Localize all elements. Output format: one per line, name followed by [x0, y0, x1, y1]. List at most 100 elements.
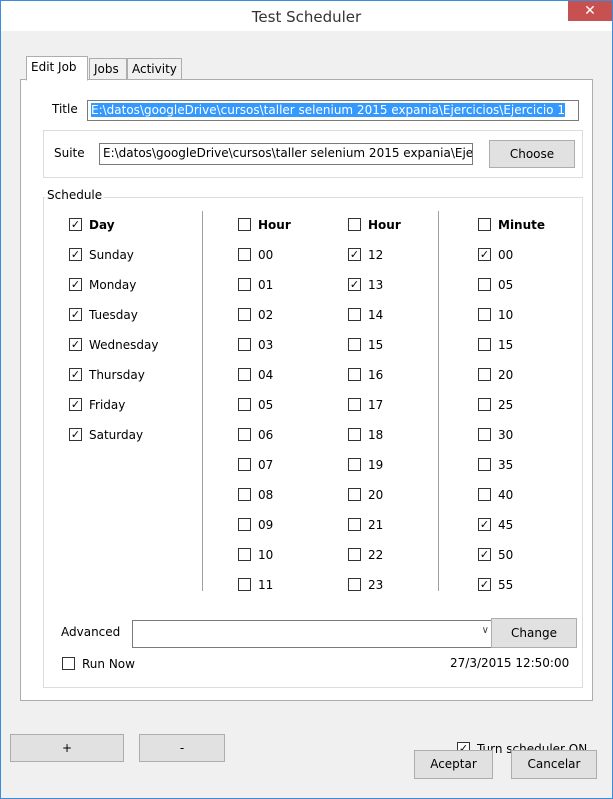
- day-thursday-label: Thursday: [89, 368, 145, 382]
- minute-55-check: ✓: [478, 578, 491, 591]
- hour-11-check: [238, 578, 251, 591]
- hour-17-check: [348, 398, 361, 411]
- hour-19-check: [348, 458, 361, 471]
- hour-19-label: 19: [368, 458, 384, 472]
- hour-20-label: 20: [368, 488, 384, 502]
- minute-10-label: 10: [498, 308, 514, 322]
- hour2-header-label: Hour: [368, 218, 401, 232]
- day-all-check: ✓: [69, 218, 82, 231]
- close-button[interactable]: ✕: [568, 1, 612, 21]
- accept-button[interactable]: Aceptar: [414, 750, 493, 779]
- minute-35-check: [478, 458, 491, 471]
- cancel-button[interactable]: Cancelar: [511, 750, 597, 779]
- minute-header-label: Minute: [498, 218, 546, 232]
- day-monday-label: Monday: [89, 278, 137, 292]
- hour-02-label: 02: [258, 308, 274, 322]
- title-label: Title: [52, 102, 78, 116]
- minute-50-label: 50: [498, 548, 514, 562]
- hour-22-label: 22: [368, 548, 384, 562]
- suite-value: E:\datos\googleDrive\cursos\taller selen…: [103, 146, 473, 160]
- minute-50-check: ✓: [478, 548, 491, 561]
- hour-09-label: 09: [258, 518, 274, 532]
- advanced-combobox[interactable]: ∨: [132, 620, 496, 648]
- hour-08-label: 08: [258, 488, 274, 502]
- title-bar: Test Scheduler ✕: [1, 1, 612, 31]
- hour1-all-check: [238, 218, 251, 231]
- hour-09-check: [238, 518, 251, 531]
- hour-00-check: [238, 248, 251, 261]
- suite-input[interactable]: E:\datos\googleDrive\cursos\taller selen…: [99, 143, 473, 165]
- day-sunday-check: ✓: [69, 248, 82, 261]
- change-button[interactable]: Change: [491, 618, 577, 648]
- day-header-label: Day: [89, 218, 115, 232]
- minute-15-label: 15: [498, 338, 514, 352]
- hour-01-check: [238, 278, 251, 291]
- hour-03-label: 03: [258, 338, 274, 352]
- hour-08-check: [238, 488, 251, 501]
- day-friday-check: ✓: [69, 398, 82, 411]
- day-thursday-check: ✓: [69, 368, 82, 381]
- hour-04-label: 04: [258, 368, 274, 382]
- minute-20-check: [478, 368, 491, 381]
- tab-activity[interactable]: Activity: [127, 58, 182, 80]
- hour-07-check: [238, 458, 251, 471]
- hour-21-check: [348, 518, 361, 531]
- minute-10-check: [478, 308, 491, 321]
- minute-05-label: 05: [498, 278, 514, 292]
- advanced-label: Advanced: [61, 625, 121, 639]
- hour2-all-check: [348, 218, 361, 231]
- title-input[interactable]: E:\datos\googleDrive\cursos\taller selen…: [87, 100, 579, 121]
- hour-14-check: [348, 308, 361, 321]
- hour-21-label: 21: [368, 518, 384, 532]
- minute-00-label: 00: [498, 248, 514, 262]
- test-scheduler-window: Test Scheduler ✕ Edit Job Jobs Activity …: [0, 0, 613, 799]
- hour-01-label: 01: [258, 278, 274, 292]
- day-tuesday-label: Tuesday: [89, 308, 138, 322]
- hour-20-check: [348, 488, 361, 501]
- hour-15-check: [348, 338, 361, 351]
- edit-job-panel: Title E:\datos\googleDrive\cursos\taller…: [20, 79, 593, 701]
- day-friday-label: Friday: [89, 398, 126, 412]
- minute-20-label: 20: [498, 368, 514, 382]
- hour-18-check: [348, 428, 361, 441]
- hour-14-label: 14: [368, 308, 384, 322]
- hour-17-label: 17: [368, 398, 384, 412]
- minute-all-check: [478, 218, 491, 231]
- window-title: Test Scheduler: [251, 8, 362, 26]
- hour-15-label: 15: [368, 338, 384, 352]
- minute-40-label: 40: [498, 488, 514, 502]
- day-saturday-label: Saturday: [89, 428, 144, 442]
- hour-13-check: ✓: [348, 278, 361, 291]
- day-sunday-label: Sunday: [89, 248, 134, 262]
- hour-minute-divider: [438, 211, 439, 591]
- minute-40-check: [478, 488, 491, 501]
- hour-10-label: 10: [258, 548, 274, 562]
- hour-05-label: 05: [258, 398, 274, 412]
- minute-25-check: [478, 398, 491, 411]
- title-value: E:\datos\googleDrive\cursos\taller selen…: [91, 103, 565, 117]
- minute-35-label: 35: [498, 458, 514, 472]
- hour-16-label: 16: [368, 368, 384, 382]
- minute-55-label: 55: [498, 578, 514, 592]
- add-job-button[interactable]: +: [10, 734, 124, 762]
- remove-job-button[interactable]: -: [139, 734, 225, 762]
- minute-25-label: 25: [498, 398, 514, 412]
- hour-06-check: [238, 428, 251, 441]
- run-now-label: Run Now: [82, 657, 135, 671]
- day-wednesday-label: Wednesday: [89, 338, 159, 352]
- tab-jobs[interactable]: Jobs: [89, 58, 127, 80]
- hour-22-check: [348, 548, 361, 561]
- choose-button[interactable]: Choose: [489, 140, 575, 168]
- hour-12-label: 12: [368, 248, 384, 262]
- hour-16-check: [348, 368, 361, 381]
- tab-edit-job[interactable]: Edit Job: [26, 56, 88, 81]
- hour-04-check: [238, 368, 251, 381]
- schedule-label: Schedule: [45, 188, 105, 202]
- minute-00-check: ✓: [478, 248, 491, 261]
- suite-label: Suite: [54, 146, 85, 160]
- hour-02-check: [238, 308, 251, 321]
- day-saturday-check: ✓: [69, 428, 82, 441]
- hour-07-label: 07: [258, 458, 274, 472]
- hour-05-check: [238, 398, 251, 411]
- minute-45-label: 45: [498, 518, 514, 532]
